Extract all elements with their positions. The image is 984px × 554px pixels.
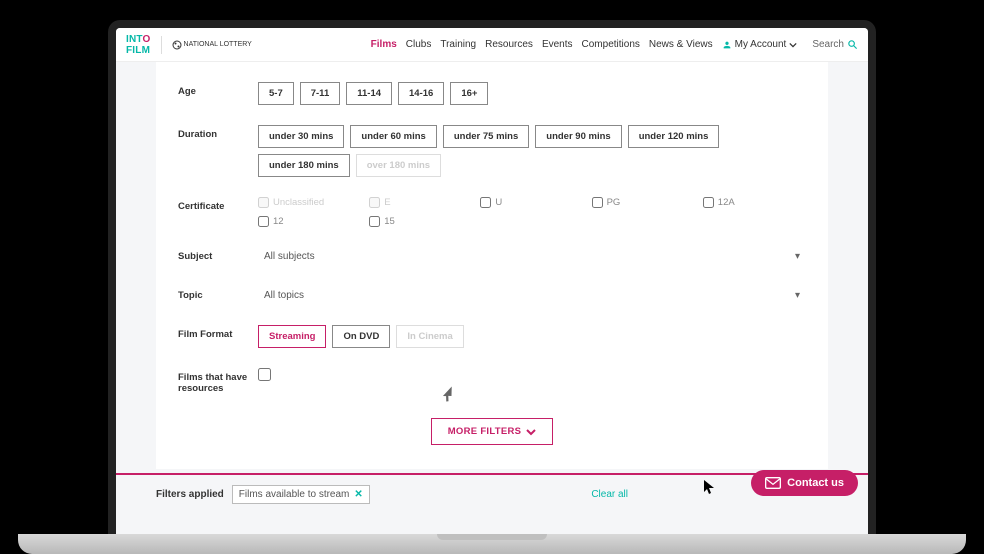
laptop-base [18, 534, 966, 554]
filter-certificate: Certificate Unclassified E U PG 12A 12 1… [178, 187, 806, 237]
nav-resources[interactable]: Resources [485, 39, 533, 50]
logo-partner: NATIONAL LOTTERY [172, 40, 252, 50]
filter-subject-label: Subject [178, 247, 258, 262]
clear-all-link[interactable]: Clear all [591, 489, 628, 500]
cert-pg[interactable]: PG [592, 197, 695, 208]
applied-filters: Filters applied Films available to strea… [156, 475, 828, 514]
nav-training[interactable]: Training [440, 39, 476, 50]
more-filters-button[interactable]: MORE FILTERS [431, 418, 554, 445]
contact-us-button[interactable]: Contact us [751, 470, 858, 496]
chevron-down-icon: ▾ [795, 251, 800, 262]
filter-panel: Age 5-7 7-11 11-14 14-16 16+ Duration un… [156, 62, 828, 469]
site-header: INTOFILM NATIONAL LOTTERY Films Clubs Tr… [116, 28, 868, 62]
filter-duration: Duration under 30 mins under 60 mins und… [178, 115, 806, 187]
filter-topic: Topic All topics ▾ [178, 276, 806, 315]
cert-12a[interactable]: 12A [703, 197, 806, 208]
filter-certificate-label: Certificate [178, 197, 258, 212]
more-filters-row: MORE FILTERS [178, 404, 806, 455]
dur-120[interactable]: under 120 mins [628, 125, 720, 148]
cert-unclassified: Unclassified [258, 197, 361, 208]
nav-events[interactable]: Events [542, 39, 573, 50]
nav-films[interactable]: Films [371, 39, 397, 50]
chevron-down-icon [526, 427, 536, 437]
age-7-11[interactable]: 7-11 [300, 82, 341, 105]
age-5-7[interactable]: 5-7 [258, 82, 294, 105]
filter-subject: Subject All subjects ▾ [178, 237, 806, 276]
filter-topic-label: Topic [178, 286, 258, 301]
subject-dropdown[interactable]: All subjects ▾ [258, 247, 806, 266]
format-dvd[interactable]: On DVD [332, 325, 390, 348]
applied-tag: Films available to stream ✕ [232, 485, 370, 504]
logo-brand: INTOFILM [126, 34, 151, 56]
chevron-down-icon [789, 41, 797, 49]
dur-180[interactable]: under 180 mins [258, 154, 350, 177]
remove-tag-icon[interactable]: ✕ [354, 489, 362, 500]
filter-format-label: Film Format [178, 325, 258, 340]
search-icon [847, 39, 858, 50]
user-icon [722, 40, 732, 50]
dur-over180: over 180 mins [356, 154, 441, 177]
cert-15[interactable]: 15 [369, 216, 472, 227]
logo[interactable]: INTOFILM NATIONAL LOTTERY [126, 34, 252, 56]
dur-30[interactable]: under 30 mins [258, 125, 344, 148]
chevron-down-icon: ▾ [795, 290, 800, 301]
cert-12[interactable]: 12 [258, 216, 361, 227]
dur-75[interactable]: under 75 mins [443, 125, 529, 148]
age-16plus[interactable]: 16+ [450, 82, 488, 105]
nav-competitions[interactable]: Competitions [582, 39, 640, 50]
main-nav: Films Clubs Training Resources Events Co… [371, 39, 858, 50]
account-menu[interactable]: My Account [722, 39, 798, 50]
topic-dropdown[interactable]: All topics ▾ [258, 286, 806, 305]
format-cinema: In Cinema [396, 325, 463, 348]
search[interactable]: Search [812, 39, 858, 50]
nav-clubs[interactable]: Clubs [406, 39, 432, 50]
dur-90[interactable]: under 90 mins [535, 125, 621, 148]
resources-checkbox[interactable] [258, 368, 271, 381]
age-14-16[interactable]: 14-16 [398, 82, 444, 105]
filter-age-label: Age [178, 82, 258, 97]
mail-icon [765, 477, 781, 489]
applied-label: Filters applied [156, 489, 224, 500]
filter-duration-label: Duration [178, 125, 258, 140]
cert-u[interactable]: U [480, 197, 583, 208]
filter-age: Age 5-7 7-11 11-14 14-16 16+ [178, 72, 806, 115]
cert-e: E [369, 197, 472, 208]
content-area: Age 5-7 7-11 11-14 14-16 16+ Duration un… [116, 62, 868, 534]
logo-separator [161, 36, 162, 54]
filter-resources-label: Films that have resources [178, 368, 258, 394]
filter-format: Film Format Streaming On DVD In Cinema [178, 315, 806, 358]
age-11-14[interactable]: 11-14 [346, 82, 392, 105]
nav-news[interactable]: News & Views [649, 39, 713, 50]
dur-60[interactable]: under 60 mins [350, 125, 436, 148]
filter-resources: Films that have resources [178, 358, 806, 404]
format-streaming[interactable]: Streaming [258, 325, 326, 348]
